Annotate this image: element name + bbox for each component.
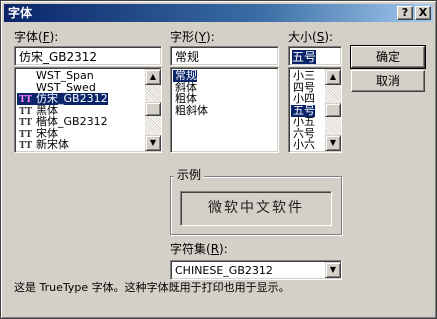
sample-preview: 微软中文软件 [180,191,332,226]
cancel-button[interactable]: 取消 [351,70,425,92]
font-description: 这是 TrueType 字体。这种字体既用于打印也用于显示。 [14,281,290,294]
list-item[interactable]: 粗斜体 [173,103,208,117]
ok-button[interactable]: 确定 [350,45,426,69]
font-list[interactable]: WST_Span WST_Swed TT 仿宋_GB2312 TT 黑体 TT 楷体_GB23… [14,67,162,153]
list-item[interactable]: TT 仿宋_GB2312 [17,93,108,105]
list-item-label: 新宋体 [36,138,69,151]
charset-select[interactable]: CHINESE_GB2312 ▼ [170,260,342,280]
scroll-up-arrow-icon[interactable]: ▲ [145,69,161,85]
list-item[interactable]: 小六 [291,139,315,151]
list-item[interactable]: TT 楷体_GB2312 [17,116,108,129]
font-label: 字体(F): [14,30,59,44]
sample-legend: 示例 [174,168,205,182]
scroll-thumb[interactable] [325,103,341,117]
font-style-list[interactable]: 常规 斜体 粗体 粗斜体 [170,67,279,153]
list-item[interactable]: TT 新宋体 [17,138,69,152]
window-title: 字体 [8,6,33,20]
font-name-input[interactable]: 仿宋_GB2312 [14,46,162,66]
font-dialog: 字体 ? X 字体(F): 仿宋_GB2312 WST_Span WST_Swed… [0,0,437,319]
help-button[interactable]: ? [397,6,413,20]
size-label: 大小(S): [288,30,334,44]
font-size-input[interactable]: 五号 [288,46,342,66]
scroll-up-arrow-icon[interactable]: ▲ [325,69,341,85]
size-list-scrollbar[interactable]: ▲ ▼ [325,69,341,151]
scroll-down-arrow-icon[interactable]: ▼ [325,135,341,151]
list-item-label: 小六 [293,138,315,151]
style-label: 字形(Y): [170,30,215,44]
truetype-icon: TT [19,141,33,151]
list-item-label: 粗斜体 [175,103,208,117]
charset-label: 字符集(R): [170,242,228,256]
scroll-thumb[interactable] [145,102,161,116]
font-size-list[interactable]: 小三 四号 小四 五号 小五 六号 小六 ▲ ▼ [288,67,342,153]
title-bar[interactable]: 字体 ? X [4,4,433,22]
chevron-down-icon[interactable]: ▼ [325,262,341,278]
close-button[interactable]: X [415,6,431,20]
font-style-input[interactable]: 常规 [170,46,279,66]
scroll-down-arrow-icon[interactable]: ▼ [145,135,161,151]
font-list-scrollbar[interactable]: ▲ ▼ [145,69,161,151]
